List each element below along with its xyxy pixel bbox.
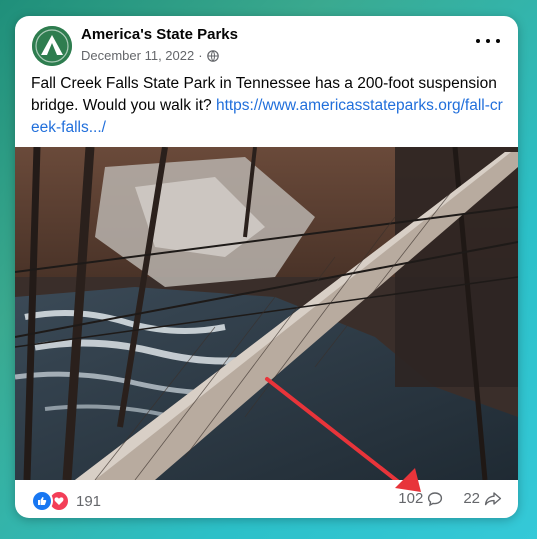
tent-logo-icon xyxy=(32,26,72,66)
share-count: 22 xyxy=(463,490,480,507)
more-options-button[interactable] xyxy=(476,34,500,48)
post-card: America's State Parks December 11, 2022 … xyxy=(15,16,518,518)
dot-icon xyxy=(486,39,490,43)
meta-separator: · xyxy=(198,48,203,63)
suspension-bridge-photo xyxy=(15,147,518,480)
post-header: America's State Parks December 11, 2022 … xyxy=(15,16,518,76)
shares-stat[interactable]: 22 xyxy=(463,490,502,507)
engagement-stats: 102 22 xyxy=(398,490,502,507)
heart-icon xyxy=(54,497,64,505)
post-footer: 191 102 22 xyxy=(15,482,518,518)
page-name[interactable]: America's State Parks xyxy=(81,26,238,43)
like-reaction-icon xyxy=(31,490,53,512)
post-text: Fall Creek Falls State Park in Tennessee… xyxy=(31,73,506,139)
comment-count: 102 xyxy=(398,490,424,507)
share-icon xyxy=(484,491,502,505)
globe-icon xyxy=(206,49,219,62)
thumbs-up-icon xyxy=(38,497,47,505)
comments-stat[interactable]: 102 xyxy=(398,490,443,507)
dot-icon xyxy=(496,39,500,43)
post-meta: December 11, 2022 · xyxy=(81,48,219,63)
reaction-count: 191 xyxy=(76,492,102,510)
post-date[interactable]: December 11, 2022 xyxy=(81,48,194,63)
post-photo[interactable] xyxy=(15,147,518,480)
dot-icon xyxy=(476,39,480,43)
reactions-summary[interactable]: 191 xyxy=(31,490,101,512)
page-avatar[interactable] xyxy=(32,26,72,66)
comment-icon xyxy=(428,491,443,506)
